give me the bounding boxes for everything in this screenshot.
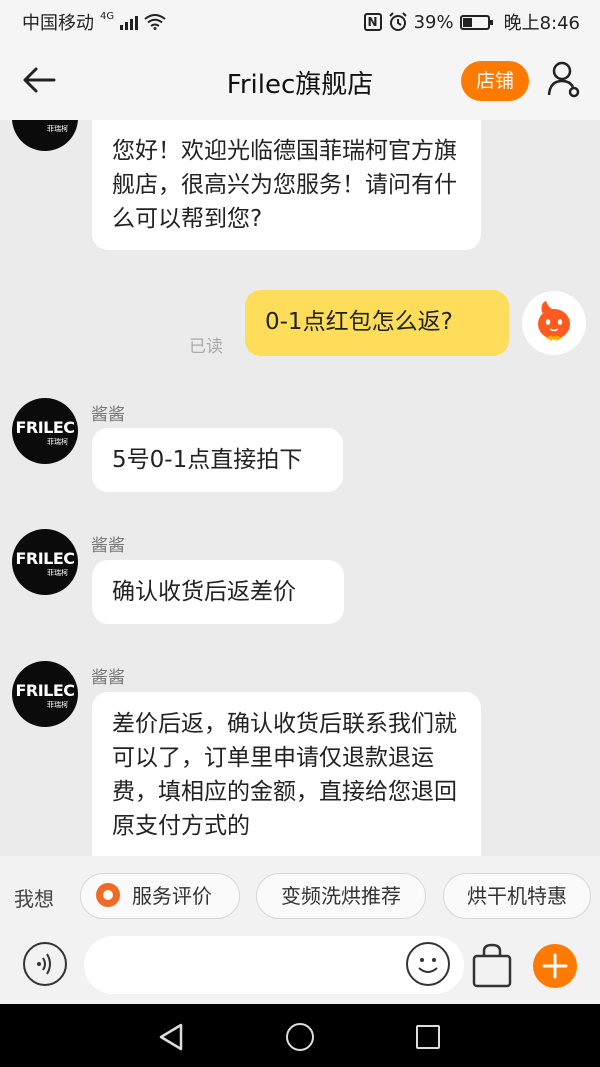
shopping-bag-icon[interactable] — [471, 942, 513, 988]
wifi-icon — [144, 14, 166, 30]
sender-name: 酱酱 — [91, 536, 125, 556]
clock: 晚上8:46 — [503, 13, 580, 34]
emoji-icon[interactable] — [406, 942, 450, 986]
shop-avatar[interactable]: FRILEC 菲瑞柯 — [12, 529, 78, 595]
my-message-bubble[interactable]: 0-1点红包怎么返? — [245, 290, 509, 356]
quick-reply-service-rating[interactable]: 服务评价 — [80, 873, 240, 919]
chat-header: Frilec旗舰店 店铺 — [0, 40, 600, 120]
nav-back-icon[interactable] — [157, 1022, 185, 1052]
nav-home-icon[interactable] — [286, 1023, 314, 1051]
input-bar — [0, 936, 600, 1004]
alarm-icon — [388, 12, 407, 31]
signal-icon — [120, 14, 139, 30]
voice-icon[interactable] — [23, 942, 67, 986]
battery-icon — [459, 14, 493, 30]
sender-name: 酱酱 — [91, 668, 125, 688]
status-bar: 中国移动 4G N 39% 晚上8:46 — [0, 0, 600, 40]
carrier-label: 中国移动 — [22, 13, 94, 34]
message-bubble[interactable]: 您好！欢迎光临德国菲瑞柯官方旗舰店，很高兴为您服务！请问有什么可以帮到您? — [92, 120, 481, 250]
quick-reply-label: 我想 — [14, 887, 54, 911]
shop-button[interactable]: 店铺 — [461, 61, 529, 101]
shop-avatar[interactable]: FRILEC 菲瑞柯 — [12, 120, 78, 151]
read-status: 已读 — [189, 337, 223, 357]
shop-avatar[interactable]: FRILEC 菲瑞柯 — [12, 661, 78, 727]
user-settings-icon[interactable] — [546, 59, 582, 99]
chip-label: 烘干机特惠 — [467, 884, 567, 908]
shop-avatar[interactable]: FRILEC 菲瑞柯 — [12, 398, 78, 464]
message-bubble[interactable]: 确认收货后返差价 — [92, 560, 344, 624]
quick-reply-dryer-deal[interactable]: 烘干机特惠 — [443, 873, 591, 919]
network-label: 4G — [100, 10, 115, 22]
chip-label: 服务评价 — [132, 884, 212, 908]
sender-name: 酱酱 — [91, 405, 125, 425]
message-bubble[interactable]: 差价后返，确认收货后联系我们就可以了，订单里申请仅退款退运费，填相应的金额，直接… — [92, 692, 481, 856]
my-avatar[interactable] — [522, 291, 586, 355]
plus-icon[interactable] — [533, 944, 577, 988]
chip-label: 变频洗烘推荐 — [281, 884, 401, 908]
battery-percent: 39% — [413, 11, 454, 33]
quick-reply-bar: 我想 服务评价 变频洗烘推荐 烘干机特惠 — [0, 856, 600, 936]
mascot-icon — [538, 301, 570, 341]
system-nav-bar — [0, 1004, 600, 1067]
quick-reply-recommend[interactable]: 变频洗烘推荐 — [256, 873, 426, 919]
message-list[interactable]: FRILEC 菲瑞柯 您好！欢迎光临德国菲瑞柯官方旗舰店，很高兴为您服务！请问有… — [0, 120, 600, 856]
nfc-icon: N — [363, 13, 382, 31]
message-bubble[interactable]: 5号0-1点直接拍下 — [92, 428, 343, 492]
nav-recent-icon[interactable] — [416, 1025, 440, 1049]
service-rating-icon — [96, 883, 120, 907]
